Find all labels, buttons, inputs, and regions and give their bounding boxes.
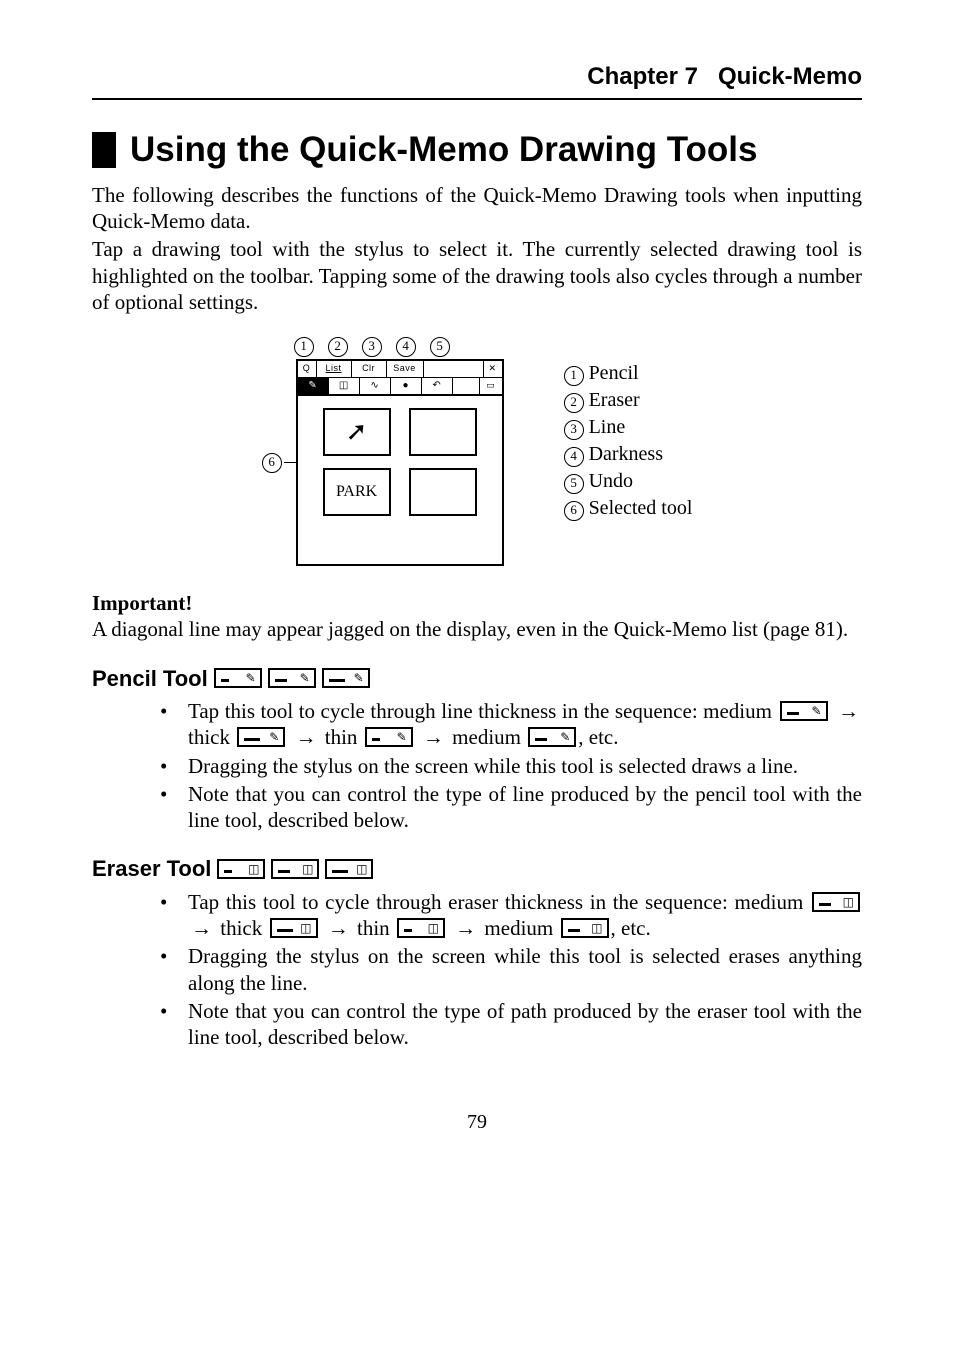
memo-thumbnail-3: PARK [323, 468, 391, 516]
section-title-row: Using the Quick-Memo Drawing Tools [92, 128, 862, 172]
legend-num-2: 2 [564, 393, 584, 413]
title-bullet-square [92, 132, 116, 168]
eraser-seq-thick-icon: ◫ [270, 918, 318, 938]
eraser-seq-medium-icon: ◫ [812, 892, 860, 912]
line-tool[interactable]: ∿ [360, 378, 391, 394]
intro-paragraph-2: Tap a drawing tool with the stylus to se… [92, 236, 862, 315]
mode-q-icon[interactable]: Q [298, 361, 317, 377]
pencil-icon-thin: ✎ [214, 668, 262, 688]
callout-4: 4 [396, 337, 416, 357]
intro-paragraph-1: The following describes the functions of… [92, 182, 862, 235]
clr-button[interactable]: Clr [352, 361, 387, 377]
legend-label-6: Selected tool [589, 496, 693, 521]
eraser-bullet-1: Tap this tool to cycle through eraser th… [154, 889, 862, 942]
legend-num-1: 1 [564, 366, 584, 386]
legend-num-4: 4 [564, 447, 584, 467]
callout-6: 6 [262, 453, 282, 473]
pencil-bullet-2: Dragging the stylus on the screen while … [154, 753, 862, 779]
eraser-icon-thick: ◫ [325, 859, 373, 879]
important-text: A diagonal line may appear jagged on the… [92, 616, 862, 642]
eraser-seq-thin-icon: ◫ [397, 918, 445, 938]
eraser-heading: Eraser Tool [92, 855, 211, 883]
eraser-icon-thin: ◫ [217, 859, 265, 879]
eraser-bullet-2: Dragging the stylus on the screen while … [154, 943, 862, 996]
eraser-bullets: Tap this tool to cycle through eraser th… [154, 889, 862, 1051]
page-number: 79 [92, 1110, 862, 1135]
memo-thumbnail-2 [409, 408, 477, 456]
pencil-seq-thin-icon: ✎ [365, 727, 413, 747]
callout-5: 5 [430, 337, 450, 357]
menu-button[interactable]: ▭ [479, 378, 502, 394]
legend-label-1: Pencil [589, 361, 639, 386]
pencil-seq-thick-icon: ✎ [237, 727, 285, 747]
legend-label-2: Eraser [589, 388, 640, 413]
section-title: Using the Quick-Memo Drawing Tools [130, 128, 757, 172]
darkness-tool[interactable]: ● [391, 378, 422, 394]
callout-6-tick [284, 462, 296, 463]
tool-strip: ✎ ◫ ∿ ● ↶ ▭ [298, 378, 502, 396]
pencil-bullet-3: Note that you can control the type of li… [154, 781, 862, 834]
list-button[interactable]: List [317, 361, 352, 377]
legend-label-4: Darkness [589, 442, 663, 467]
pencil-bullet-1: Tap this tool to cycle through line thic… [154, 698, 862, 751]
callout-2: 2 [328, 337, 348, 357]
pencil-subhead-row: Pencil Tool ✎ ✎ ✎ [92, 665, 862, 693]
legend-label-3: Line [589, 415, 626, 440]
pencil-heading: Pencil Tool [92, 665, 208, 693]
pencil-bullets: Tap this tool to cycle through line thic… [154, 698, 862, 833]
screen-diagram: 1 2 3 4 5 6 Q List Clr Save ✕ [262, 337, 504, 566]
chapter-subject: Quick-Memo [718, 63, 862, 90]
tool-gap [453, 378, 479, 394]
callout-1: 1 [294, 337, 314, 357]
pencil-tool[interactable]: ✎ [298, 378, 329, 394]
important-heading: Important! [92, 590, 862, 616]
eraser-subhead-row: Eraser Tool ◫ ◫ ◫ [92, 855, 862, 883]
screen-frame: Q List Clr Save ✕ ✎ ◫ ∿ ● ↶ ▭ [296, 359, 504, 566]
eraser-seq-medium2-icon: ◫ [561, 918, 609, 938]
eraser-tool[interactable]: ◫ [329, 378, 360, 394]
title-gap [424, 361, 484, 377]
pencil-seq-medium-icon: ✎ [780, 701, 828, 721]
chapter-label: Chapter 7 [587, 63, 698, 90]
eraser-bullet-3: Note that you can control the type of pa… [154, 998, 862, 1051]
save-button[interactable]: Save [387, 361, 424, 377]
legend-num-5: 5 [564, 474, 584, 494]
close-button[interactable]: ✕ [484, 361, 502, 377]
pencil-icon-medium: ✎ [268, 668, 316, 688]
eraser-icon-medium: ◫ [271, 859, 319, 879]
memo-thumbnail-4 [409, 468, 477, 516]
chapter-header: Chapter 7 Quick-Memo [92, 62, 862, 100]
callout-3: 3 [362, 337, 382, 357]
drawing-canvas[interactable]: ➚ PARK [298, 408, 502, 564]
legend-label-5: Undo [589, 469, 633, 494]
title-strip: Q List Clr Save ✕ [298, 361, 502, 378]
figure-area: 1 2 3 4 5 6 Q List Clr Save ✕ [92, 337, 862, 566]
legend-num-3: 3 [564, 420, 584, 440]
legend: 1 Pencil 2 Eraser 3 Line 4 Darkness 5 Un… [564, 361, 693, 523]
pencil-icon-thick: ✎ [322, 668, 370, 688]
legend-num-6: 6 [564, 501, 584, 521]
pencil-seq-medium2-icon: ✎ [528, 727, 576, 747]
memo-thumbnail-1: ➚ [323, 408, 391, 456]
undo-tool[interactable]: ↶ [422, 378, 453, 394]
